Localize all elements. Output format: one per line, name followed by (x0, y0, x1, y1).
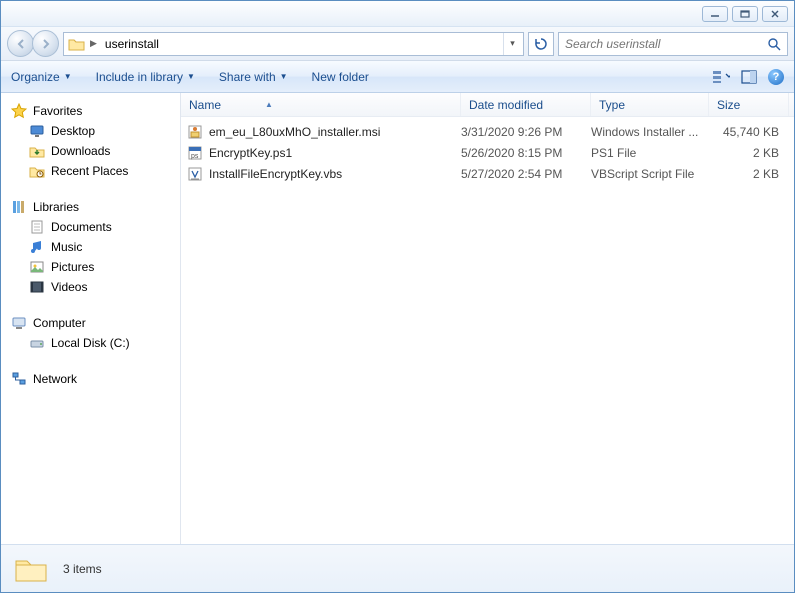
sidebar-videos[interactable]: Videos (5, 277, 176, 297)
file-size: 2 KB (709, 146, 789, 160)
sidebar-libraries[interactable]: Libraries (5, 197, 176, 217)
chevron-down-icon: ▼ (187, 72, 195, 81)
file-icon (187, 166, 203, 182)
organize-label: Organize (11, 70, 60, 84)
file-date: 3/31/2020 9:26 PM (461, 125, 591, 139)
breadcrumb-folder[interactable]: userinstall (99, 33, 165, 55)
file-row[interactable]: em_eu_L80uxMhO_installer.msi 3/31/2020 9:… (181, 121, 794, 142)
command-bar: Organize ▼ Include in library ▼ Share wi… (1, 61, 794, 93)
sidebar-downloads[interactable]: Downloads (5, 141, 176, 161)
disk-icon (29, 335, 45, 351)
sidebar-documents[interactable]: Documents (5, 217, 176, 237)
file-icon (187, 124, 203, 140)
share-with-menu[interactable]: Share with ▼ (219, 70, 288, 84)
sidebar-local-disk[interactable]: Local Disk (C:) (5, 333, 176, 353)
star-icon (11, 103, 27, 119)
pictures-icon (29, 259, 45, 275)
newfolder-label: New folder (312, 70, 369, 84)
minimize-button[interactable] (702, 6, 728, 22)
include-in-library-menu[interactable]: Include in library ▼ (96, 70, 195, 84)
file-row[interactable]: ps EncryptKey.ps1 5/26/2020 8:15 PMPS1 Fil… (181, 142, 794, 163)
new-folder-button[interactable]: New folder (312, 70, 369, 84)
chevron-down-icon: ▼ (280, 72, 288, 81)
chevron-down-icon: ▼ (64, 72, 72, 81)
include-label: Include in library (96, 70, 183, 84)
svg-text:ps: ps (191, 153, 199, 160)
sidebar-favorites[interactable]: Favorites (5, 101, 176, 121)
file-name: em_eu_L80uxMhO_installer.msi (209, 125, 380, 139)
column-date[interactable]: Date modified (461, 93, 591, 116)
column-type[interactable]: Type (591, 93, 709, 116)
view-options-button[interactable] (712, 68, 730, 86)
search-input[interactable] (565, 37, 767, 51)
status-text: 3 items (63, 562, 102, 576)
preview-pane-button[interactable] (740, 68, 758, 86)
music-icon (29, 239, 45, 255)
help-button[interactable]: ? (768, 69, 784, 85)
main-area: Favorites Desktop Downloads Recent Place… (1, 93, 794, 544)
address-bar[interactable]: ▶ userinstall ▾ (63, 32, 524, 56)
column-headers: Name ▲ Date modified Type Size (181, 93, 794, 117)
maximize-button[interactable] (732, 6, 758, 22)
file-list: Name ▲ Date modified Type Size em_eu_L80… (181, 93, 794, 544)
computer-icon (11, 315, 27, 331)
back-button[interactable] (7, 30, 34, 57)
close-button[interactable] (762, 6, 788, 22)
folder-icon (13, 553, 49, 585)
desktop-icon (29, 123, 45, 139)
refresh-button[interactable] (528, 32, 554, 56)
file-type: Windows Installer ... (591, 125, 709, 139)
network-icon (11, 371, 27, 387)
file-type: VBScript Script File (591, 167, 709, 181)
forward-button[interactable] (32, 30, 59, 57)
sidebar-recent-places[interactable]: Recent Places (5, 161, 176, 181)
title-bar (1, 1, 794, 27)
file-date: 5/27/2020 2:54 PM (461, 167, 591, 181)
file-name: InstallFileEncryptKey.vbs (209, 167, 342, 181)
downloads-icon (29, 143, 45, 159)
recent-icon (29, 163, 45, 179)
file-size: 2 KB (709, 167, 789, 181)
documents-icon (29, 219, 45, 235)
column-name[interactable]: Name ▲ (181, 93, 461, 116)
libraries-icon (11, 199, 27, 215)
file-name: EncryptKey.ps1 (209, 146, 292, 160)
sort-ascending-icon: ▲ (265, 100, 273, 109)
sidebar-computer[interactable]: Computer (5, 313, 176, 333)
file-rows: em_eu_L80uxMhO_installer.msi 3/31/2020 9:… (181, 117, 794, 544)
column-size[interactable]: Size (709, 93, 789, 116)
file-size: 45,740 KB (709, 125, 789, 139)
file-row[interactable]: InstallFileEncryptKey.vbs 5/27/2020 2:54 … (181, 163, 794, 184)
navigation-bar: ▶ userinstall ▾ (1, 27, 794, 61)
file-type: PS1 File (591, 146, 709, 160)
folder-icon (68, 36, 86, 52)
breadcrumb-separator: ▶ (88, 38, 99, 49)
organize-menu[interactable]: Organize ▼ (11, 70, 72, 84)
details-pane: 3 items (1, 544, 794, 592)
sidebar-network[interactable]: Network (5, 369, 176, 389)
share-label: Share with (219, 70, 276, 84)
sidebar-desktop[interactable]: Desktop (5, 121, 176, 141)
sidebar-pictures[interactable]: Pictures (5, 257, 176, 277)
sidebar-music[interactable]: Music (5, 237, 176, 257)
address-dropdown[interactable]: ▾ (503, 33, 521, 55)
videos-icon (29, 279, 45, 295)
search-box[interactable] (558, 32, 788, 56)
search-icon (767, 37, 781, 51)
navigation-pane[interactable]: Favorites Desktop Downloads Recent Place… (1, 93, 181, 544)
file-date: 5/26/2020 8:15 PM (461, 146, 591, 160)
file-icon: ps (187, 145, 203, 161)
